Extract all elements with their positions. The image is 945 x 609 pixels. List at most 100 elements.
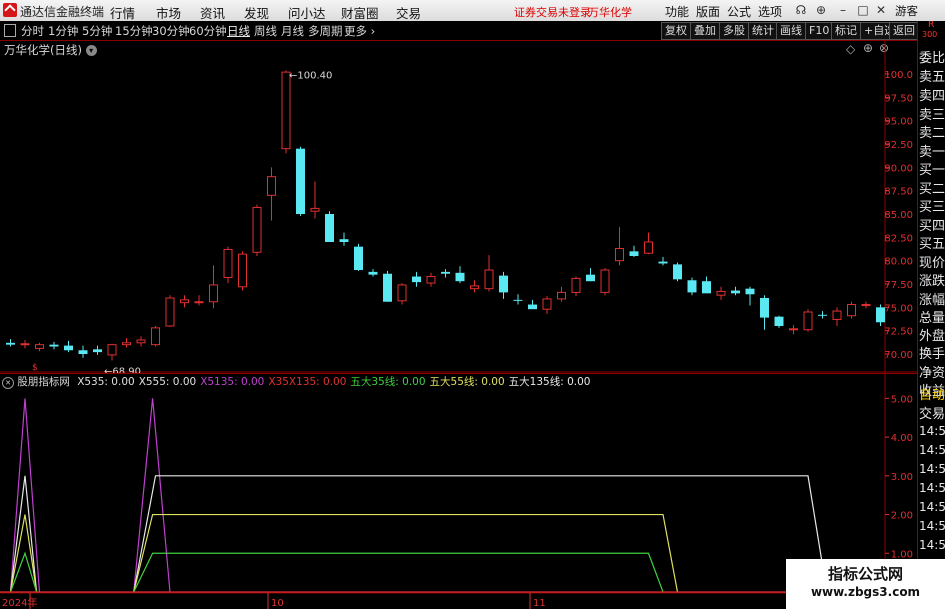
headset-icon[interactable]: ☊ bbox=[793, 3, 809, 17]
period-multi[interactable]: 多周期 bbox=[308, 23, 343, 39]
statistics-button[interactable]: 统计 bbox=[748, 22, 778, 40]
menu-hangqing[interactable]: 行情 bbox=[110, 3, 135, 22]
candle[interactable] bbox=[93, 345, 102, 355]
candle[interactable] bbox=[673, 262, 682, 282]
candle[interactable] bbox=[629, 245, 639, 257]
candle[interactable] bbox=[354, 243, 363, 271]
candle[interactable] bbox=[600, 268, 610, 296]
candle[interactable] bbox=[528, 299, 537, 310]
candle[interactable] bbox=[20, 340, 30, 349]
menu-caifuquan[interactable]: 财富圈 bbox=[341, 3, 379, 22]
candle[interactable] bbox=[687, 277, 697, 296]
fuquan-button[interactable]: 复权 bbox=[661, 22, 691, 40]
candle[interactable] bbox=[136, 336, 146, 347]
candle[interactable] bbox=[223, 246, 233, 284]
candle[interactable] bbox=[818, 311, 827, 319]
minimize-icon[interactable]: – bbox=[835, 3, 851, 17]
candle[interactable] bbox=[107, 343, 117, 361]
period-15min[interactable]: 15分钟 bbox=[115, 23, 153, 39]
period-1min[interactable]: 1分钟 bbox=[48, 23, 78, 39]
candle[interactable] bbox=[760, 295, 769, 330]
candle[interactable] bbox=[615, 227, 624, 266]
candle[interactable] bbox=[397, 283, 407, 305]
candle[interactable] bbox=[49, 341, 59, 350]
guest-label[interactable]: 游客 bbox=[895, 3, 918, 19]
candle[interactable] bbox=[209, 265, 218, 309]
candle[interactable] bbox=[571, 276, 581, 297]
candle[interactable] bbox=[586, 268, 595, 282]
overlay-button[interactable]: 叠加 bbox=[690, 22, 720, 40]
candle[interactable] bbox=[484, 255, 494, 292]
menu-xuanxiang[interactable]: 选项 bbox=[758, 3, 782, 20]
candle[interactable] bbox=[513, 294, 523, 305]
draw-line-button[interactable]: 画线 bbox=[776, 22, 806, 40]
period-more[interactable]: 更多 › bbox=[344, 23, 375, 39]
panel-toggle-icon[interactable] bbox=[4, 24, 16, 37]
candle[interactable] bbox=[296, 146, 305, 216]
menu-zixun[interactable]: 资讯 bbox=[200, 3, 225, 22]
maximize-icon[interactable]: □ bbox=[855, 3, 871, 17]
candle[interactable] bbox=[470, 280, 479, 293]
candle[interactable] bbox=[267, 167, 276, 221]
candle[interactable] bbox=[847, 301, 856, 319]
candle[interactable] bbox=[180, 295, 189, 308]
candle[interactable] bbox=[716, 286, 726, 300]
candle[interactable] bbox=[281, 70, 291, 154]
candle[interactable] bbox=[644, 232, 653, 255]
indicator-chart[interactable]: 5.004.003.002.001.002024年 10 11 bbox=[0, 373, 917, 609]
candle[interactable] bbox=[194, 295, 204, 306]
multi-stock-button[interactable]: 多股 bbox=[719, 22, 749, 40]
candle[interactable] bbox=[368, 269, 378, 277]
candle[interactable] bbox=[78, 345, 88, 358]
menu-banmian[interactable]: 版面 bbox=[696, 3, 720, 20]
candle[interactable] bbox=[339, 232, 349, 246]
menu-faxian[interactable]: 发现 bbox=[244, 3, 269, 22]
candle[interactable] bbox=[861, 301, 871, 309]
close-icon[interactable]: ✕ bbox=[873, 3, 889, 17]
candle[interactable] bbox=[774, 315, 784, 328]
period-fenshi[interactable]: 分时 bbox=[21, 23, 44, 39]
candle[interactable] bbox=[252, 204, 262, 256]
menu-shichang[interactable]: 市场 bbox=[156, 3, 181, 22]
period-5min[interactable]: 5分钟 bbox=[82, 23, 112, 39]
candle[interactable] bbox=[426, 272, 436, 287]
menu-gongshi[interactable]: 公式 bbox=[727, 3, 751, 20]
candle[interactable] bbox=[557, 286, 566, 302]
candle[interactable] bbox=[832, 307, 842, 326]
candle[interactable] bbox=[325, 211, 334, 242]
trade-login-warning[interactable]: 证券交易未登录 bbox=[514, 4, 591, 20]
candle[interactable] bbox=[35, 342, 44, 352]
candle[interactable] bbox=[412, 271, 421, 287]
period-60min[interactable]: 60分钟 bbox=[189, 23, 227, 39]
period-30min[interactable]: 30分钟 bbox=[152, 23, 190, 39]
candle[interactable] bbox=[702, 276, 711, 294]
candle[interactable] bbox=[789, 325, 798, 335]
candle[interactable] bbox=[383, 270, 392, 302]
skin-icon[interactable]: ⊕ bbox=[813, 3, 829, 17]
candle[interactable] bbox=[6, 339, 15, 347]
trade-mode-tab[interactable]: 交易 bbox=[919, 403, 945, 422]
period-daily[interactable]: 日线 bbox=[227, 23, 250, 39]
mark-button[interactable]: 标记 bbox=[831, 22, 861, 40]
period-monthly[interactable]: 月线 bbox=[281, 23, 304, 39]
candle[interactable] bbox=[122, 338, 131, 348]
candle[interactable] bbox=[499, 271, 508, 299]
candle[interactable] bbox=[310, 181, 320, 219]
back-button[interactable]: 返回 bbox=[889, 22, 919, 40]
candlestick-chart[interactable]: 100.0 97.50 95.00 92.50 90.00 87.50 85.00 82.50… bbox=[0, 40, 917, 373]
candle[interactable] bbox=[658, 256, 668, 266]
auto-mode-tab[interactable]: 自动 bbox=[919, 384, 945, 403]
menu-jiaoyi[interactable]: 交易 bbox=[396, 3, 421, 22]
candle[interactable] bbox=[165, 295, 175, 327]
candle[interactable] bbox=[64, 340, 73, 353]
event-marker[interactable]: $ bbox=[32, 363, 38, 373]
candle[interactable] bbox=[745, 286, 755, 306]
candle[interactable] bbox=[542, 296, 552, 314]
period-weekly[interactable]: 周线 bbox=[254, 23, 277, 39]
menu-gongneng[interactable]: 功能 bbox=[665, 3, 689, 20]
candle[interactable] bbox=[151, 326, 160, 347]
candle[interactable] bbox=[455, 266, 465, 284]
candle[interactable] bbox=[731, 286, 740, 296]
menu-wenxiaoda[interactable]: 问小达 bbox=[288, 3, 326, 22]
f10-button[interactable]: F10 bbox=[805, 22, 834, 40]
